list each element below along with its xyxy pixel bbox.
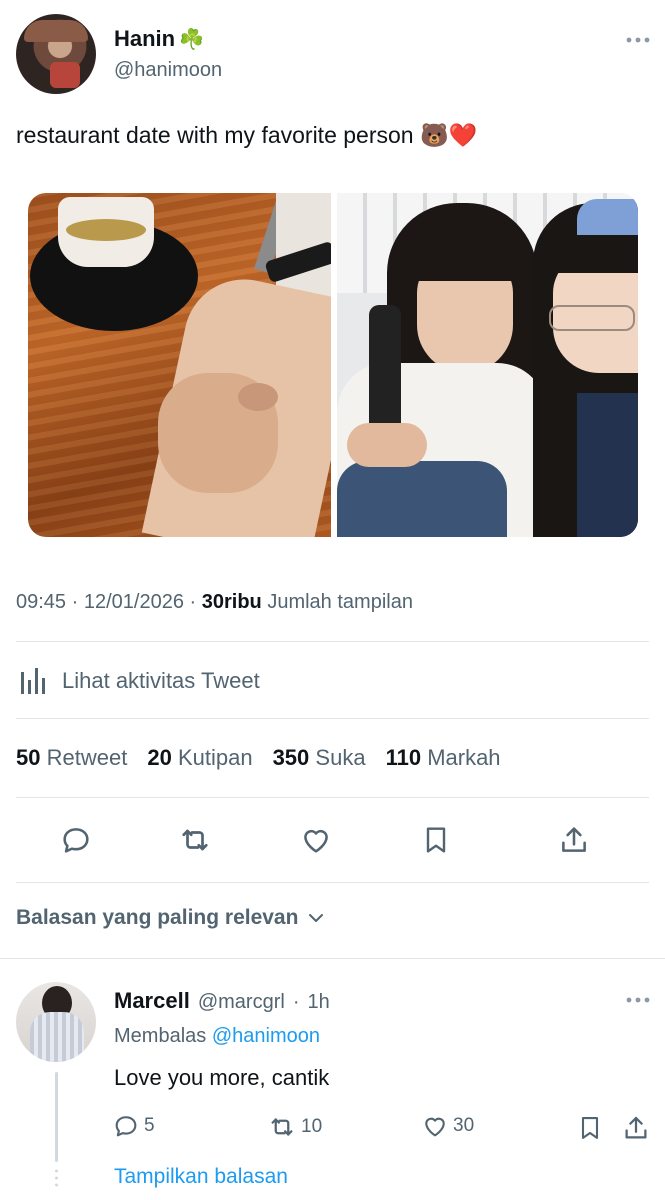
retweet-icon[interactable] bbox=[175, 820, 215, 860]
reply-text: Love you more, cantik bbox=[114, 1065, 330, 1090]
thread-line bbox=[55, 1072, 58, 1162]
divider bbox=[16, 641, 649, 642]
reply-bookmark-icon[interactable] bbox=[574, 1112, 606, 1144]
author-avatar[interactable] bbox=[16, 14, 96, 94]
reply-avatar[interactable] bbox=[16, 982, 96, 1062]
tweet-timestamp[interactable]: 09:45 · 12/01/2026 · 30ribu Jumlah tampi… bbox=[16, 591, 413, 614]
more-options-icon[interactable] bbox=[624, 30, 652, 50]
tweet-time[interactable]: 09:45 bbox=[16, 591, 66, 613]
divider bbox=[16, 718, 649, 719]
section-divider bbox=[0, 958, 665, 959]
reply-author-handle[interactable]: @marcgrl bbox=[198, 991, 285, 1014]
author-handle[interactable]: @hanimoon bbox=[114, 59, 222, 82]
views-count: 30ribu bbox=[201, 591, 262, 613]
replies-sort-dropdown[interactable]: Balasan yang paling relevan bbox=[16, 906, 326, 930]
reply-more-options-icon[interactable] bbox=[624, 990, 652, 1010]
replies-sort-label[interactable]: Balasan yang paling relevan bbox=[16, 906, 298, 930]
reply-retweet-button[interactable]: 10 bbox=[267, 1112, 322, 1142]
bookmark-stat[interactable]: 110 Markah bbox=[386, 745, 501, 771]
retweet-stat[interactable]: 50 Retweet bbox=[16, 745, 127, 771]
analytics-icon bbox=[16, 664, 50, 698]
like-icon[interactable] bbox=[296, 820, 336, 860]
views-label: Jumlah tampilan bbox=[267, 591, 413, 613]
tweet-text: restaurant date with my favorite person … bbox=[16, 122, 478, 148]
tweet-stats: 50 Retweet 20 Kutipan 350 Suka 110 Marka… bbox=[16, 745, 501, 771]
photo-two-people[interactable] bbox=[337, 193, 638, 537]
activity-label[interactable]: Lihat aktivitas Tweet bbox=[62, 668, 260, 694]
divider bbox=[16, 882, 649, 883]
like-stat[interactable]: 350 Suka bbox=[273, 745, 366, 771]
replying-to: Membalas @hanimoon bbox=[114, 1025, 320, 1047]
clover-emoji: ☘️ bbox=[179, 28, 205, 51]
bookmark-icon[interactable] bbox=[416, 820, 456, 860]
author-name[interactable]: Hanin bbox=[114, 26, 175, 52]
reply-share-icon[interactable] bbox=[620, 1112, 652, 1144]
reply-header: Marcell @marcgrl · 1h bbox=[114, 988, 330, 1014]
tweet-date[interactable]: 12/01/2026 bbox=[84, 591, 184, 613]
reply-time[interactable]: 1h bbox=[307, 991, 329, 1014]
like-icon bbox=[421, 1112, 449, 1140]
reply-like-button[interactable]: 30 bbox=[421, 1112, 474, 1140]
tweet-media[interactable] bbox=[28, 193, 638, 537]
divider bbox=[16, 797, 649, 798]
replying-to-handle[interactable]: @hanimoon bbox=[212, 1025, 320, 1047]
reply-icon[interactable] bbox=[56, 820, 96, 860]
share-icon[interactable] bbox=[554, 820, 594, 860]
tweet-activity-link[interactable]: Lihat aktivitas Tweet bbox=[16, 664, 260, 698]
reply-reply-button[interactable]: 5 bbox=[112, 1112, 155, 1140]
retweet-icon bbox=[267, 1112, 297, 1142]
show-replies-link[interactable]: Tampilkan balasan bbox=[114, 1165, 288, 1189]
quote-stat[interactable]: 20 Kutipan bbox=[147, 745, 252, 771]
reply-author-name[interactable]: Marcell bbox=[114, 988, 190, 1014]
chevron-down-icon bbox=[306, 908, 326, 928]
reply-icon bbox=[112, 1112, 140, 1140]
thread-dots bbox=[55, 1168, 58, 1188]
photo-hands-coffee[interactable] bbox=[28, 193, 331, 537]
